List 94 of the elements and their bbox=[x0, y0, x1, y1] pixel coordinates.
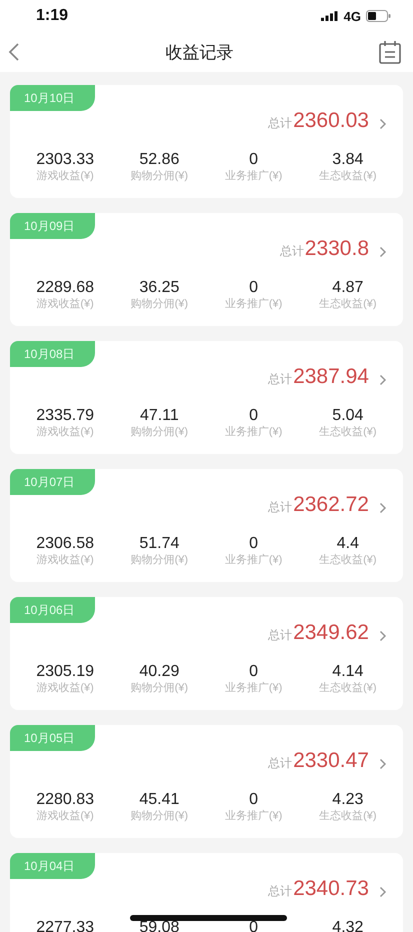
stat-value: 47.11 bbox=[140, 407, 179, 425]
stat-label: 购物分佣(¥) bbox=[130, 425, 188, 440]
record-card[interactable]: 10月08日 总计2387.94 2335.79 游戏收益(¥) 47.11 购物分佣(¥) 0 业务推广(¥) 5.04 生态收益(¥) bbox=[10, 341, 403, 454]
stat-value: 45.41 bbox=[139, 791, 180, 809]
stat-label: 购物分佣(¥) bbox=[130, 681, 188, 696]
stat-value: 2289.68 bbox=[36, 279, 94, 297]
date-tag: 10月07日 bbox=[10, 469, 95, 495]
chevron-icon bbox=[379, 246, 387, 258]
stat-label: 购物分佣(¥) bbox=[130, 297, 188, 312]
stat-value: 0 bbox=[249, 151, 258, 169]
stat-label: 生态收益(¥) bbox=[319, 169, 377, 184]
stat-label: 业务推广(¥) bbox=[224, 809, 282, 824]
back-icon[interactable] bbox=[8, 42, 20, 62]
chevron-icon bbox=[379, 118, 387, 130]
page-title: 收益记录 bbox=[166, 42, 234, 64]
total-amount: 2330.47 bbox=[293, 749, 369, 773]
stat-value: 0 bbox=[249, 791, 258, 809]
stat-label: 购物分佣(¥) bbox=[130, 169, 188, 184]
stat-label: 业务推广(¥) bbox=[224, 169, 282, 184]
date-tag: 10月08日 bbox=[10, 341, 95, 367]
stat-value: 59.08 bbox=[139, 919, 180, 932]
record-card[interactable]: 10月10日 总计2360.03 2303.33 游戏收益(¥) 52.86 购物分佣(¥) 0 业务推广(¥) 3.84 生态收益(¥) bbox=[10, 85, 403, 198]
stat-label: 游戏收益(¥) bbox=[36, 297, 94, 312]
total-label: 总计 bbox=[268, 755, 292, 772]
date-tag: 10月09日 bbox=[10, 213, 95, 239]
record-card[interactable]: 10月05日 总计2330.47 2280.83 游戏收益(¥) 45.41 购物分佣(¥) 0 业务推广(¥) 4.23 生态收益(¥) bbox=[10, 725, 403, 838]
stat-label: 业务推广(¥) bbox=[224, 681, 282, 696]
stat-value: 2306.58 bbox=[36, 535, 94, 553]
stat-value: 4.32 bbox=[332, 919, 364, 932]
stat-value: 0 bbox=[249, 407, 258, 425]
record-card[interactable]: 10月09日 总计2330.8 2289.68 游戏收益(¥) 36.25 购物分佣(¥) 0 业务推广(¥) 4.87 生态收益(¥) bbox=[10, 213, 403, 326]
stat-value: 0 bbox=[249, 663, 258, 681]
record-card[interactable]: 10月04日 总计2340.73 2277.33 59.08 0 4.32 bbox=[10, 853, 403, 932]
date-tag: 10月05日 bbox=[10, 725, 95, 751]
total-amount: 2362.72 bbox=[293, 493, 369, 517]
stat-label: 生态收益(¥) bbox=[319, 809, 377, 824]
stat-value: 4.87 bbox=[332, 279, 364, 297]
stat-value: 2277.33 bbox=[36, 919, 94, 932]
record-card[interactable]: 10月06日 总计2349.62 2305.19 游戏收益(¥) 40.29 购物分佣(¥) 0 业务推广(¥) 4.14 生态收益(¥) bbox=[10, 597, 403, 710]
battery-icon bbox=[366, 10, 391, 22]
stat-value: 2280.83 bbox=[36, 791, 94, 809]
date-tag: 10月06日 bbox=[10, 597, 95, 623]
stat-label: 游戏收益(¥) bbox=[36, 553, 94, 568]
date-tag: 10月10日 bbox=[10, 85, 95, 111]
stat-label: 购物分佣(¥) bbox=[130, 553, 188, 568]
stat-label: 购物分佣(¥) bbox=[130, 809, 188, 824]
stat-value: 52.86 bbox=[139, 151, 180, 169]
date-tag: 10月04日 bbox=[10, 853, 95, 879]
stat-label: 游戏收益(¥) bbox=[36, 425, 94, 440]
total-label: 总计 bbox=[280, 243, 304, 260]
stat-value: 0 bbox=[249, 535, 258, 553]
total-label: 总计 bbox=[268, 499, 292, 516]
stat-label: 生态收益(¥) bbox=[319, 425, 377, 440]
stat-value: 2305.19 bbox=[36, 663, 94, 681]
total-amount: 2340.73 bbox=[293, 877, 369, 901]
total-amount: 2387.94 bbox=[293, 365, 369, 389]
stat-value: 2335.79 bbox=[36, 407, 94, 425]
stat-value: 36.25 bbox=[139, 279, 180, 297]
stat-value: 3.84 bbox=[332, 151, 364, 169]
total-label: 总计 bbox=[268, 115, 292, 132]
chevron-icon bbox=[379, 886, 387, 898]
stat-label: 游戏收益(¥) bbox=[36, 169, 94, 184]
chevron-icon bbox=[379, 758, 387, 770]
stat-value: 0 bbox=[249, 279, 258, 297]
calendar-icon[interactable] bbox=[379, 40, 401, 64]
stat-label: 游戏收益(¥) bbox=[36, 681, 94, 696]
stat-value: 4.14 bbox=[332, 663, 364, 681]
stat-value: 4.23 bbox=[332, 791, 364, 809]
signal-icon bbox=[320, 11, 339, 21]
total-amount: 2349.62 bbox=[293, 621, 369, 645]
stat-label: 生态收益(¥) bbox=[319, 553, 377, 568]
stat-value: 0 bbox=[249, 919, 258, 932]
stat-label: 生态收益(¥) bbox=[319, 681, 377, 696]
stat-value: 40.29 bbox=[139, 663, 180, 681]
stat-value: 51.74 bbox=[139, 535, 180, 553]
chevron-icon bbox=[379, 630, 387, 642]
total-label: 总计 bbox=[268, 371, 292, 388]
network-label: 4G bbox=[344, 8, 361, 24]
stat-value: 5.04 bbox=[332, 407, 364, 425]
status-time: 1:19 bbox=[36, 7, 68, 25]
chevron-icon bbox=[379, 374, 387, 386]
total-amount: 2360.03 bbox=[293, 109, 369, 133]
stat-label: 生态收益(¥) bbox=[319, 297, 377, 312]
total-label: 总计 bbox=[268, 627, 292, 644]
stat-label: 业务推广(¥) bbox=[224, 297, 282, 312]
stat-label: 业务推广(¥) bbox=[224, 553, 282, 568]
total-amount: 2330.8 bbox=[304, 237, 369, 261]
stat-value: 4.4 bbox=[336, 535, 359, 553]
total-label: 总计 bbox=[268, 883, 292, 900]
record-card[interactable]: 10月07日 总计2362.72 2306.58 游戏收益(¥) 51.74 购物分佣(¥) 0 业务推广(¥) 4.4 生态收益(¥) bbox=[10, 469, 403, 582]
stat-value: 2303.33 bbox=[36, 151, 94, 169]
chevron-icon bbox=[379, 502, 387, 514]
stat-label: 业务推广(¥) bbox=[224, 425, 282, 440]
stat-label: 游戏收益(¥) bbox=[36, 809, 94, 824]
